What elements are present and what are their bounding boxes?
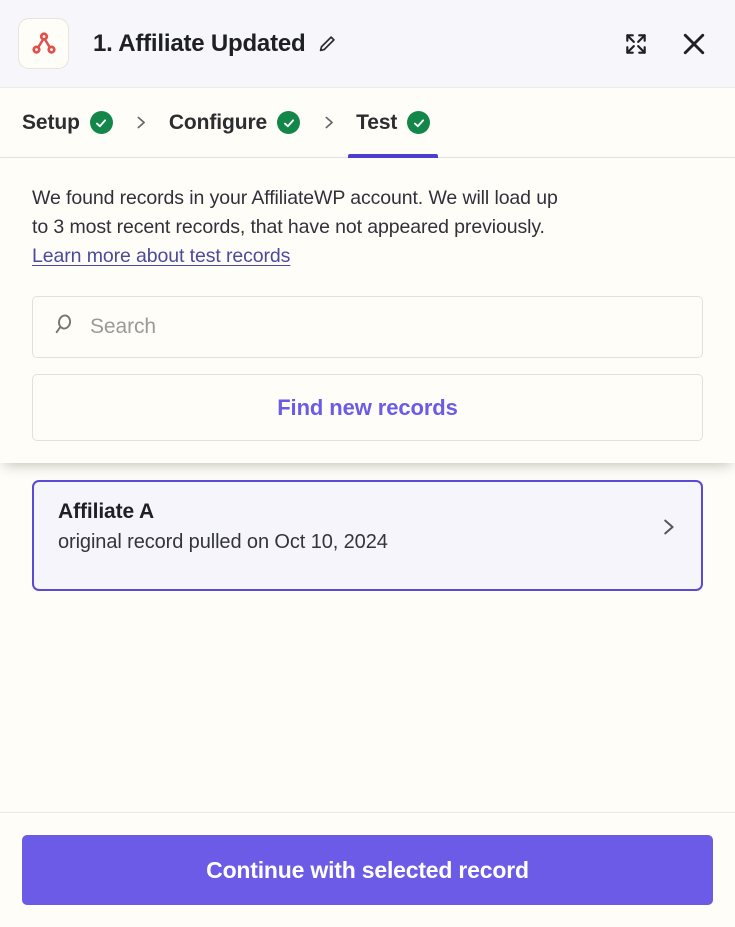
pencil-icon[interactable] <box>316 33 338 55</box>
close-icon[interactable] <box>677 27 711 61</box>
record-subtitle: original record pulled on Oct 10, 2024 <box>58 531 388 553</box>
test-panel-header: We found records in your AffiliateWP acc… <box>0 158 735 463</box>
search-input[interactable] <box>90 315 684 339</box>
search-box[interactable] <box>32 296 703 358</box>
tab-setup[interactable]: Setup <box>14 88 121 157</box>
tab-test-label: Test <box>356 110 398 134</box>
tab-configure[interactable]: Configure <box>161 88 308 157</box>
chevron-right-icon <box>308 114 348 131</box>
step-tabs: Setup Configure Test <box>0 88 735 158</box>
tab-test[interactable]: Test <box>348 88 439 158</box>
tab-configure-label: Configure <box>168 110 268 134</box>
find-new-records-button[interactable]: Find new records <box>32 374 703 441</box>
test-records-description: We found records in your AffiliateWP acc… <box>32 184 703 271</box>
expand-fullscreen-icon[interactable] <box>621 29 651 59</box>
check-circle-icon <box>407 111 431 134</box>
modal-footer: Continue with selected record <box>0 812 735 927</box>
search-icon <box>51 312 76 342</box>
zap-step-modal: 1. Affiliate Updated Setup Configure Tes… <box>0 0 735 927</box>
modal-header: 1. Affiliate Updated <box>0 0 735 88</box>
header-actions <box>621 27 711 61</box>
affiliatewp-network-icon <box>18 18 69 69</box>
check-circle-icon <box>89 111 113 134</box>
chevron-right-icon[interactable] <box>657 516 679 538</box>
chevron-right-icon <box>121 114 161 131</box>
records-list[interactable]: Affiliate A original record pulled on Oc… <box>0 463 735 812</box>
check-circle-icon <box>277 111 301 134</box>
header-title-group: 1. Affiliate Updated <box>93 30 621 58</box>
intro-line-1: We found records in your AffiliateWP acc… <box>32 187 558 209</box>
page-title: 1. Affiliate Updated <box>93 29 306 57</box>
tab-setup-label: Setup <box>22 110 80 134</box>
continue-with-selected-record-button[interactable]: Continue with selected record <box>22 835 713 905</box>
learn-more-link[interactable]: Learn more about test records <box>32 242 290 271</box>
record-card-body: Affiliate A original record pulled on Oc… <box>58 500 645 554</box>
record-title: Affiliate A <box>58 500 155 523</box>
intro-line-2: to 3 most recent records, that have not … <box>32 216 545 238</box>
record-card-selected[interactable]: Affiliate A original record pulled on Oc… <box>32 480 703 591</box>
